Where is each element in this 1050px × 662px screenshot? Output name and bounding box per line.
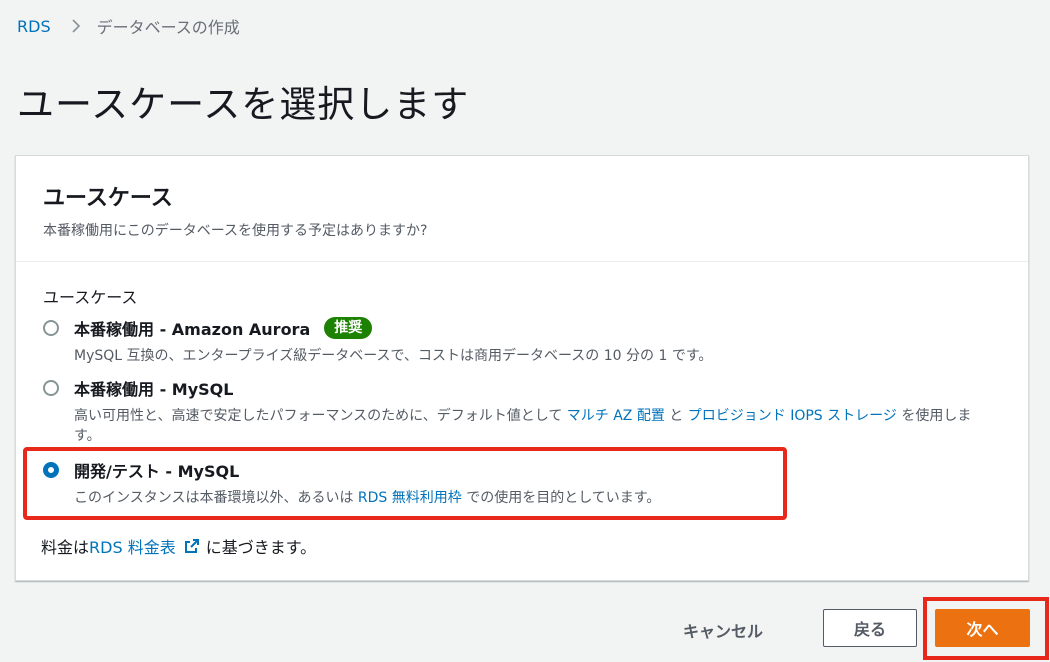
cancel-button[interactable]: キャンセル <box>683 618 763 642</box>
radio-aurora[interactable] <box>43 320 59 336</box>
breadcrumb-current: データベースの作成 <box>96 18 240 37</box>
use-case-field-label: ユースケース <box>43 288 138 307</box>
radio-production-mysql[interactable] <box>43 380 59 396</box>
pricing-link[interactable]: RDS 料金表 <box>89 534 176 558</box>
panel-header: ユースケース 本番稼働用にこのデータベースを使用する予定はありますか? <box>16 156 1028 262</box>
panel-description: 本番稼働用にこのデータベースを使用する予定はありますか? <box>43 223 428 239</box>
breadcrumb-rds-link[interactable]: RDS <box>17 17 51 36</box>
back-button[interactable]: 戻る <box>823 609 917 647</box>
panel-title: ユースケース <box>43 186 173 211</box>
external-link-icon[interactable] <box>184 538 200 554</box>
chevron-right-icon <box>71 18 81 34</box>
provisioned-iops-link[interactable]: プロビジョンド IOPS ストレージ <box>688 408 897 424</box>
pricing-note: 料金は RDS 料金表 に基づきます。 <box>41 534 316 558</box>
option-production-mysql[interactable]: 本番稼働用 - MySQL 高い可用性と、高速で安定したパフォーマンスのために、… <box>43 376 986 446</box>
multi-az-link[interactable]: マルチ AZ 配置 <box>567 408 665 424</box>
next-button[interactable]: 次へ <box>935 609 1030 647</box>
desc-text: と <box>664 408 688 424</box>
option-production-mysql-description: 高い可用性と、高速で安定したパフォーマンスのために、デフォルト値として マルチ … <box>74 406 986 446</box>
option-aurora[interactable]: 本番稼働用 - Amazon Aurora 推奨 MySQL 互換の、エンタープ… <box>43 316 986 366</box>
page-title: ユースケースを選択します <box>17 83 470 126</box>
desc-text: 高い可用性と、高速で安定したパフォーマンスのために、デフォルト値として <box>74 408 567 424</box>
breadcrumb: RDS データベースの作成 <box>17 14 240 38</box>
option-production-mysql-title: 本番稼働用 - MySQL <box>74 380 234 399</box>
selection-highlight <box>23 447 787 520</box>
pricing-prefix: 料金は <box>41 538 90 557</box>
pricing-suffix: に基づきます。 <box>205 538 317 557</box>
recommended-badge: 推奨 <box>324 317 373 339</box>
option-aurora-title: 本番稼働用 - Amazon Aurora <box>74 320 311 339</box>
option-aurora-description: MySQL 互換の、エンタープライズ級データベースで、コストは商用データベースの… <box>74 348 713 364</box>
